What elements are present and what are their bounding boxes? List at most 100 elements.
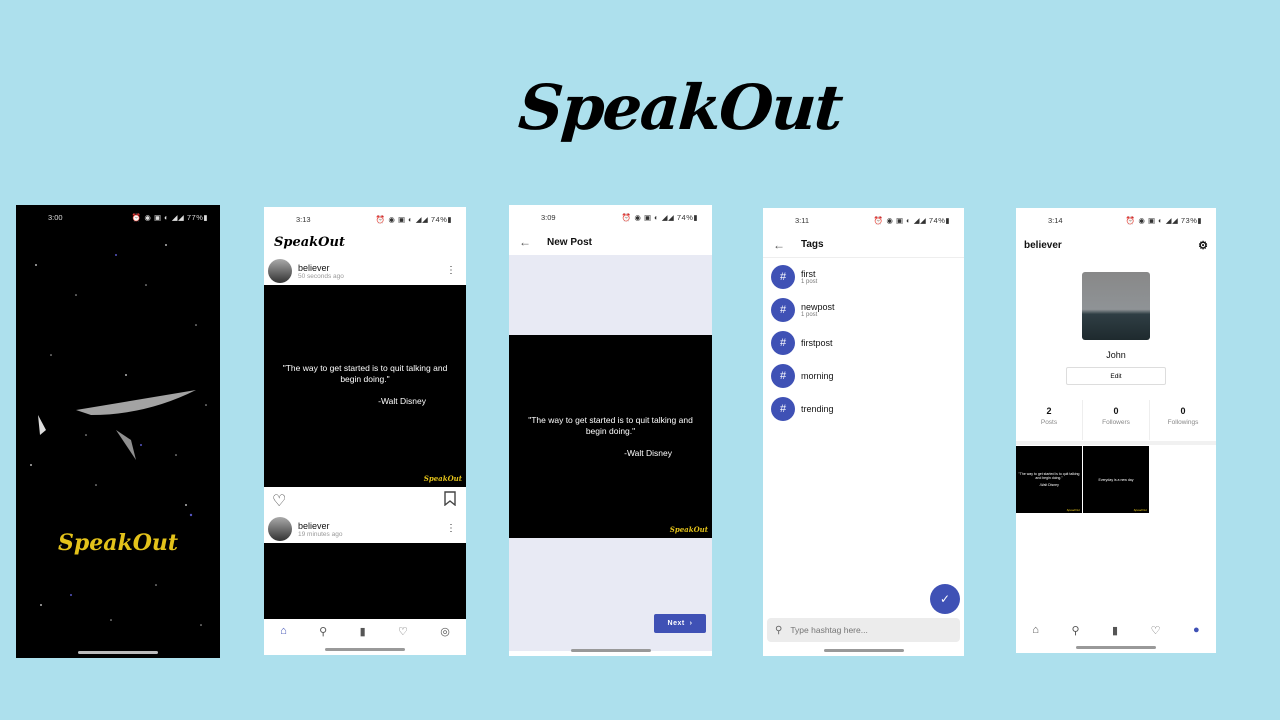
new-post-screen: 3:09 ⏰ ◉ ▣ ◐ ◢◢ 74%▮ ← New Post "The way…: [509, 205, 712, 656]
post-timestamp: 50 seconds ago: [298, 272, 344, 280]
heart-icon[interactable]: ♡: [1151, 624, 1161, 637]
edit-profile-button[interactable]: Edit: [1066, 367, 1166, 385]
starfield: [30, 244, 207, 626]
status-time: 3:09: [541, 212, 556, 222]
stat-label: Followings: [1167, 419, 1199, 426]
heart-icon[interactable]: ♡: [398, 625, 408, 638]
back-arrow-icon[interactable]: ←: [773, 238, 785, 252]
hashtag-icon: #: [771, 297, 795, 322]
tags-screen: 3:11 ⏰ ◉ ▣ ◐ ◢◢ 74%▮ ← Tags # first 1 po…: [763, 208, 964, 656]
more-options-icon[interactable]: ⋮: [446, 523, 456, 534]
stat-value: 0: [1113, 406, 1119, 416]
hashtag-icon: #: [771, 330, 795, 355]
tag-count: 1 post: [801, 311, 818, 318]
avatar[interactable]: [268, 259, 292, 283]
thumb-brand: SpeakOut: [1133, 508, 1147, 512]
tag-item[interactable]: # trending: [763, 392, 964, 425]
profile-picture[interactable]: [1082, 272, 1150, 340]
tag-item[interactable]: # first 1 post: [763, 260, 964, 293]
hashtag-icon: #: [771, 396, 795, 421]
hashtag-input[interactable]: [790, 625, 931, 635]
quote-author: -Walt Disney: [378, 396, 426, 406]
status-icons: ⏰ ◉ ▣ ◐ ◢◢ 73%▮: [1125, 215, 1202, 225]
post-header[interactable]: believer 19 minutes ago ⋮: [264, 515, 466, 543]
thumb-quote: Everyday is a new day: [1098, 477, 1134, 482]
home-indicator[interactable]: [570, 649, 651, 652]
page-title: New Post: [547, 236, 593, 248]
post-thumbnail[interactable]: "The way to get started is to quit talki…: [1016, 446, 1082, 513]
status-icons: ⏰ ◉ ▣ ◐ ◢◢ 74%▮: [621, 212, 698, 222]
post-image[interactable]: [264, 543, 466, 619]
quote-text: "The way to get started is to quit talki…: [282, 363, 448, 384]
home-indicator[interactable]: [78, 651, 158, 654]
home-indicator[interactable]: [823, 649, 904, 652]
thumb-author: -Walt Disney: [1039, 483, 1059, 487]
tag-item[interactable]: # newpost 1 post: [763, 293, 964, 326]
stat-label: Posts: [1040, 419, 1058, 426]
post-timestamp: 19 minutes ago: [298, 530, 343, 538]
tag-count: 1 post: [801, 278, 818, 285]
gear-icon[interactable]: ⚙: [1198, 239, 1208, 252]
heart-icon[interactable]: ♡: [272, 491, 286, 511]
thumb-quote: "The way to get started is to quit talki…: [1018, 472, 1080, 480]
post-username[interactable]: believer: [298, 521, 342, 531]
post-actions: ♡: [264, 487, 466, 515]
app-logo: SpeakOut: [274, 235, 345, 250]
post-thumbnail[interactable]: Everyday is a new day SpeakOut: [1083, 446, 1149, 513]
home-icon[interactable]: ⌂: [1032, 624, 1039, 636]
stat-value: 2: [1046, 406, 1052, 416]
profile-screen: 3:14 ⏰ ◉ ▣ ◐ ◢◢ 73%▮ believer ⚙ John Edi…: [1016, 208, 1216, 653]
home-indicator[interactable]: [325, 648, 405, 651]
status-time: 3:14: [1048, 215, 1063, 225]
brand-title: SpeakOut: [516, 71, 844, 144]
post-username[interactable]: believer: [298, 263, 344, 273]
home-indicator[interactable]: [1076, 646, 1156, 649]
back-arrow-icon[interactable]: ←: [519, 235, 531, 249]
profile-username: believer: [1024, 239, 1062, 251]
next-button[interactable]: Next ›: [654, 614, 706, 633]
status-icons: ⏰ ◉ ▣ ◐ ◢◢ 74%▮: [873, 215, 950, 225]
search-icon[interactable]: ⚲: [1071, 624, 1079, 637]
map-icon[interactable]: ▮: [1112, 624, 1118, 637]
stat-followings[interactable]: 0 Followings: [1150, 400, 1216, 440]
card-brand: SpeakOut: [423, 474, 462, 483]
quote-text: "The way to get started is to quit talki…: [528, 415, 693, 436]
bottom-nav: ⌂ ⚲ ▮ ♡ ●: [1016, 616, 1216, 644]
page-title: Tags: [801, 239, 824, 250]
avatar[interactable]: [268, 517, 292, 541]
app-bar: believer ⚙: [1016, 232, 1216, 258]
account-icon[interactable]: ◎: [440, 625, 450, 638]
profile-stats: 2 Posts 0 Followers 0 Followings: [1016, 400, 1216, 440]
bookmark-icon[interactable]: [444, 491, 456, 511]
post-header[interactable]: believer 50 seconds ago ⋮: [264, 257, 466, 285]
quote-author: -Walt Disney: [624, 448, 672, 458]
more-options-icon[interactable]: ⋮: [446, 265, 456, 276]
account-icon[interactable]: ●: [1193, 624, 1200, 636]
splash-screen: 3:00 ⏰ ◉ ▣ ◐ ◢◢ 77%▮ SpeakOut: [16, 205, 220, 658]
home-icon[interactable]: ⌂: [280, 625, 287, 637]
hashtag-icon: #: [771, 264, 795, 289]
status-time: 3:13: [296, 214, 311, 224]
divider: [1016, 441, 1216, 445]
confirm-fab[interactable]: ✓: [930, 584, 960, 614]
stat-posts[interactable]: 2 Posts: [1016, 400, 1083, 440]
stat-followers[interactable]: 0 Followers: [1083, 400, 1150, 440]
hashtag-icon: #: [771, 363, 795, 388]
card-brand: SpeakOut: [669, 525, 708, 534]
search-icon[interactable]: ⚲: [319, 625, 327, 638]
thumb-brand: SpeakOut: [1066, 508, 1080, 512]
preview-area: "The way to get started is to quit talki…: [509, 255, 712, 651]
status-time: 3:00: [48, 212, 63, 222]
hashtag-search[interactable]: ⚲: [767, 618, 960, 642]
map-icon[interactable]: ▮: [360, 625, 366, 638]
stat-label: Followers: [1102, 419, 1130, 426]
tag-item[interactable]: # firstpost: [763, 326, 964, 359]
tag-item[interactable]: # morning: [763, 359, 964, 392]
post-grid: "The way to get started is to quit talki…: [1016, 446, 1149, 513]
splash-logo: SpeakOut: [57, 530, 179, 556]
post-image[interactable]: "The way to get started is to quit talki…: [264, 285, 466, 487]
status-icons: ⏰ ◉ ▣ ◐ ◢◢ 74%▮: [375, 214, 452, 224]
tag-list: # first 1 post # newpost 1 post # firstp…: [763, 258, 964, 425]
check-icon: ✓: [939, 592, 951, 606]
bottom-nav: ⌂ ⚲ ▮ ♡ ◎: [264, 617, 466, 645]
